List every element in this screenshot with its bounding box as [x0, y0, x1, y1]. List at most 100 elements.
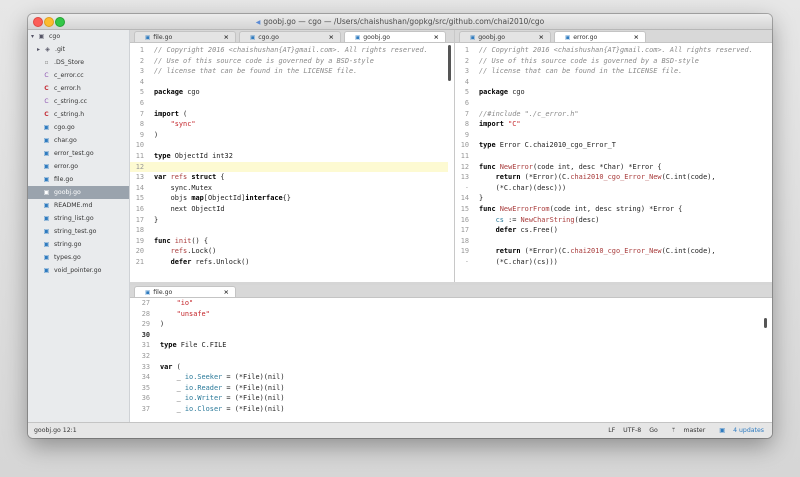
grammar-indicator[interactable]: Go	[649, 427, 658, 434]
editor-tab[interactable]: ▣ cgo.go ×	[239, 31, 341, 42]
code-line[interactable]: 10	[130, 140, 448, 151]
tree-item[interactable]: ▣ error.go	[28, 160, 129, 173]
code-line[interactable]: 12	[130, 161, 448, 173]
tree-item[interactable]: ▣ goobj.go	[28, 186, 129, 199]
tree-item[interactable]: ▣ file.go	[28, 173, 129, 186]
tree-item[interactable]: ▣ char.go	[28, 134, 129, 147]
code-line[interactable]: 1 // Copyright 2016 <chaishushan{AT}gmail…	[455, 45, 772, 56]
tree-item[interactable]: ▫ .DS_Store	[28, 56, 129, 69]
code-line[interactable]: 18	[455, 236, 772, 247]
code-line[interactable]: 15 objs map[ObjectId]interface{}	[130, 193, 448, 204]
encoding-indicator[interactable]: UTF-8	[623, 427, 641, 434]
tree-item[interactable]: ▣ string_list.go	[28, 212, 129, 225]
close-tab-icon[interactable]: ×	[434, 32, 439, 43]
tree-item[interactable]: ▣ string.go	[28, 238, 129, 251]
code-line[interactable]: 20 refs.Lock()	[130, 246, 448, 257]
code-line[interactable]: 9	[455, 130, 772, 141]
code-line[interactable]: 19 return (*Error)(C.chai2010_cgo_Error_…	[455, 246, 772, 257]
code-token: var	[160, 362, 173, 371]
code-line[interactable]: 10 type Error C.chai2010_cgo_Error_T	[455, 140, 772, 151]
code-line[interactable]: 35 _ io.Reader = (*File)(nil)	[130, 383, 762, 394]
line-number: 7	[139, 109, 144, 118]
left-editor[interactable]: 1 // Copyright 2016 <chaishushan{AT}gmail…	[130, 43, 448, 282]
code-line[interactable]: 36 _ io.Writer = (*File)(nil)	[130, 393, 762, 404]
code-line[interactable]: 14}	[455, 193, 772, 204]
tree-item[interactable]: ▸ ◈ .git	[28, 43, 129, 56]
editor-tab[interactable]: ▣ error.go ×	[554, 31, 646, 42]
code-line[interactable]: 28 "unsafe"	[130, 309, 762, 320]
code-line[interactable]: 6	[130, 98, 448, 109]
code-line[interactable]: 27 "io"	[130, 298, 762, 309]
code-line[interactable]: 17 defer cs.Free()	[455, 225, 772, 236]
code-line[interactable]: 4	[130, 77, 448, 88]
code-line[interactable]: 12 func NewError(code int, desc *Char) *E…	[455, 162, 772, 173]
code-line[interactable]: 4	[455, 77, 772, 88]
tree-root[interactable]: ▾ ▣ cgo	[28, 30, 129, 43]
code-line[interactable]: 31 type File C.FILE	[130, 340, 762, 351]
tree-item[interactable]: Cc_string.cc	[28, 95, 129, 108]
code-line[interactable]: 29)	[130, 319, 762, 330]
code-line[interactable]: 5 package cgo	[130, 87, 448, 98]
tree-item[interactable]: ▣ error_test.go	[28, 147, 129, 160]
cursor-position[interactable]: goobj.go 12:1	[34, 423, 77, 438]
code-line[interactable]: 21 defer refs.Unlock()	[130, 257, 448, 268]
bottom-editor-scrollbar[interactable]	[764, 318, 767, 328]
tree-item[interactable]: Cc_error.h	[28, 82, 129, 95]
code-line[interactable]: 1 // Copyright 2016 <chaishushan{AT}gmail…	[130, 45, 448, 56]
code-line[interactable]: 30	[130, 330, 762, 341]
disclosure-arrow-icon[interactable]: ▸	[34, 43, 43, 56]
tree-item[interactable]: Cc_string.h	[28, 108, 129, 121]
code-line[interactable]: 37 _ io.Closer = (*File)(nil)	[130, 404, 762, 415]
code-line[interactable]: 5 package cgo	[455, 87, 772, 98]
code-line[interactable]: 2 // Use of this source code is governed …	[130, 56, 448, 67]
code-line[interactable]: 7 //#include "./c_error.h"	[455, 109, 772, 120]
editor-tab[interactable]: ▣ goobj.go ×	[344, 31, 446, 42]
code-line[interactable]: 9)	[130, 130, 448, 141]
code-line[interactable]: 2 // Use of this source code is governed …	[455, 56, 772, 67]
code-line[interactable]: 32	[130, 351, 762, 362]
code-line[interactable]: 6	[455, 98, 772, 109]
close-tab-icon[interactable]: ×	[634, 32, 639, 43]
code-line[interactable]: 18	[130, 225, 448, 236]
bottom-editor[interactable]: 27 "io" 28 "unsafe" 29) 30 31 type File C.FIL…	[130, 298, 762, 422]
code-line[interactable]: 15 func NewErrorFrom(code int, desc strin…	[455, 204, 772, 215]
code-line[interactable]: 13 var refs struct {	[130, 172, 448, 183]
code-line[interactable]: 34 _ io.Seeker = (*File)(nil)	[130, 372, 762, 383]
tree-item[interactable]: ▣ void_pointer.go	[28, 264, 129, 277]
code-line[interactable]: 19 func init() {	[130, 236, 448, 247]
tree-item[interactable]: ▣ README.md	[28, 199, 129, 212]
editor-tab[interactable]: ▣ file.go ×	[134, 286, 236, 297]
right-editor[interactable]: 1 // Copyright 2016 <chaishushan{AT}gmail…	[455, 43, 772, 282]
tab-label: cgo.go	[258, 34, 279, 41]
git-branch[interactable]: ᛘ master	[666, 427, 706, 434]
code-line[interactable]: 8 import "C"	[455, 119, 772, 130]
code-line[interactable]: 7 import (	[130, 109, 448, 120]
close-tab-icon[interactable]: ×	[224, 287, 229, 298]
code-line[interactable]: · (*C.char)(desc)))	[455, 183, 772, 194]
code-line[interactable]: 3 // license that can be found in the LIC…	[455, 66, 772, 77]
tree-item[interactable]: ▣ types.go	[28, 251, 129, 264]
code-line[interactable]: 3 // license that can be found in the LIC…	[130, 66, 448, 77]
code-line[interactable]: 16 next ObjectId	[130, 204, 448, 215]
left-editor-scrollbar[interactable]	[448, 45, 451, 81]
code-line[interactable]: 13 return (*Error)(C.chai2010_cgo_Error_…	[455, 172, 772, 183]
code-line[interactable]: 16 cs := NewCharString(desc)	[455, 215, 772, 226]
code-line[interactable]: 11	[455, 151, 772, 162]
code-line[interactable]: 33 var (	[130, 362, 762, 373]
code-line[interactable]: 8 "sync"	[130, 119, 448, 130]
close-tab-icon[interactable]: ×	[224, 32, 229, 43]
tree-item[interactable]: ▣ cgo.go	[28, 121, 129, 134]
code-line[interactable]: 17}	[130, 215, 448, 226]
disclosure-arrow-icon[interactable]: ▾	[28, 30, 37, 43]
tree-item[interactable]: Cc_error.cc	[28, 69, 129, 82]
close-tab-icon[interactable]: ×	[329, 32, 334, 43]
editor-tab[interactable]: ▣ file.go ×	[134, 31, 236, 42]
code-line[interactable]: 11 type ObjectId int32	[130, 151, 448, 162]
line-ending-indicator[interactable]: LF	[608, 427, 615, 434]
close-tab-icon[interactable]: ×	[539, 32, 544, 43]
code-line[interactable]: 14 sync.Mutex	[130, 183, 448, 194]
package-updates[interactable]: ▣ 4 updates	[713, 427, 764, 434]
code-line[interactable]: · (*C.char)(cs)))	[455, 257, 772, 268]
tree-item[interactable]: ▣ string_test.go	[28, 225, 129, 238]
editor-tab[interactable]: ▣ goobj.go ×	[459, 31, 551, 42]
